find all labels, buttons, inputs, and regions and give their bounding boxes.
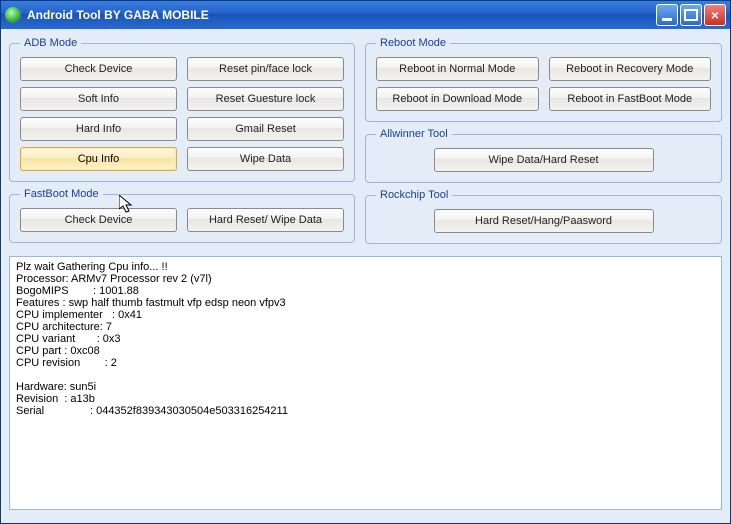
- fb-check-device-button[interactable]: Check Device: [20, 208, 177, 232]
- reset-gesture-button[interactable]: Reset Guesture lock: [187, 87, 344, 111]
- adb-mode-group: ADB Mode Check Device Reset pin/face loc…: [9, 37, 355, 182]
- reboot-recovery-button[interactable]: Reboot in Recovery Mode: [549, 57, 712, 81]
- gmail-reset-button[interactable]: Gmail Reset: [187, 117, 344, 141]
- fb-hard-reset-button[interactable]: Hard Reset/ Wipe Data: [187, 208, 344, 232]
- hard-info-button[interactable]: Hard Info: [20, 117, 177, 141]
- titlebar[interactable]: Android Tool BY GABA MOBILE: [1, 1, 730, 29]
- close-button[interactable]: [704, 4, 726, 26]
- reset-pin-button[interactable]: Reset pin/face lock: [187, 57, 344, 81]
- fastboot-mode-legend: FastBoot Mode: [20, 188, 103, 200]
- allwinner-wipe-button[interactable]: Wipe Data/Hard Reset: [434, 148, 654, 172]
- window-title: Android Tool BY GABA MOBILE: [27, 8, 656, 22]
- rockchip-tool-legend: Rockchip Tool: [376, 189, 452, 201]
- reboot-fastboot-button[interactable]: Reboot in FastBoot Mode: [549, 87, 712, 111]
- window-controls: [656, 4, 726, 26]
- cpu-info-button[interactable]: Cpu Info: [20, 147, 177, 171]
- rockchip-tool-group: Rockchip Tool Hard Reset/Hang/Paasword: [365, 189, 722, 244]
- output-console[interactable]: Plz wait Gathering Cpu info... !! Proces…: [9, 256, 722, 510]
- reboot-mode-legend: Reboot Mode: [376, 37, 450, 49]
- reboot-download-button[interactable]: Reboot in Download Mode: [376, 87, 539, 111]
- check-device-button[interactable]: Check Device: [20, 57, 177, 81]
- allwinner-tool-legend: Allwinner Tool: [376, 128, 452, 140]
- fastboot-mode-group: FastBoot Mode Check Device Hard Reset/ W…: [9, 188, 355, 243]
- app-window: Android Tool BY GABA MOBILE ADB Mode Che…: [0, 0, 731, 524]
- soft-info-button[interactable]: Soft Info: [20, 87, 177, 111]
- allwinner-tool-group: Allwinner Tool Wipe Data/Hard Reset: [365, 128, 722, 183]
- minimize-button[interactable]: [656, 4, 678, 26]
- client-area: ADB Mode Check Device Reset pin/face loc…: [1, 29, 730, 523]
- reboot-normal-button[interactable]: Reboot in Normal Mode: [376, 57, 539, 81]
- reboot-mode-group: Reboot Mode Reboot in Normal Mode Reboot…: [365, 37, 722, 122]
- app-icon: [5, 7, 21, 23]
- maximize-button[interactable]: [680, 4, 702, 26]
- rockchip-hard-reset-button[interactable]: Hard Reset/Hang/Paasword: [434, 209, 654, 233]
- adb-mode-legend: ADB Mode: [20, 37, 81, 49]
- wipe-data-button[interactable]: Wipe Data: [187, 147, 344, 171]
